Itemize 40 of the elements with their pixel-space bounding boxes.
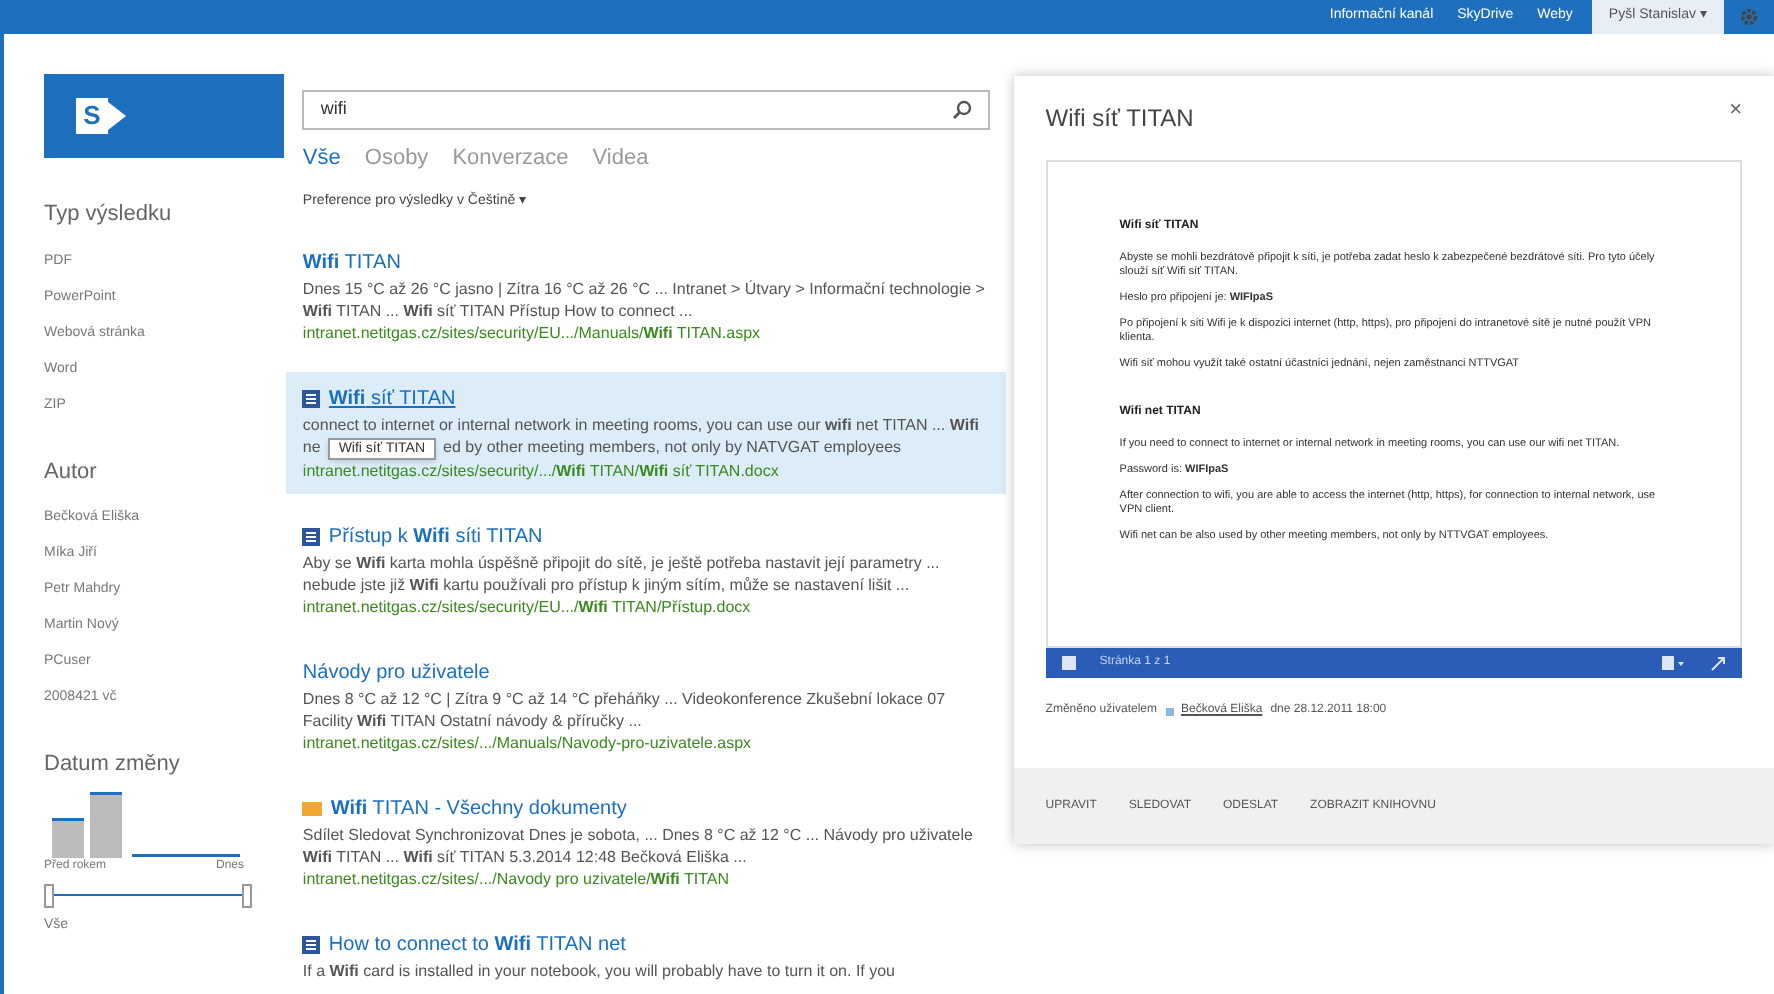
close-button[interactable]: × xyxy=(1729,100,1742,122)
result-url-link[interactable]: intranet.netitgas.cz/sites/.../Manuals/Navody-pro-uzivatele.aspx xyxy=(302,732,990,754)
result-title-link[interactable]: Wifi TITAN xyxy=(302,248,401,278)
result-snippet: If a Wifi card is installed in your notebook, you will probably have to turn it on. If you xyxy=(302,960,898,982)
site-logo[interactable]: S xyxy=(44,74,284,158)
result-url-link[interactable]: intranet.netitgas.cz/sites/security/EU.../Manuals/Wifi TITAN.aspx xyxy=(302,322,990,344)
result-title-link[interactable]: Wifi síť TITAN xyxy=(328,384,456,414)
preview-title: Wifi síť TITAN xyxy=(1045,102,1194,136)
result-snippet: Dnes 15 °C až 26 °C jasno | Zítra 16 °C až 26 °C ... Intranet > Útvary > Informační technologie > Wifi TITAN ... Wifi síť TITAN Přístup How to connect ... xyxy=(302,278,987,322)
document-icon xyxy=(1061,656,1076,670)
search-tab[interactable]: Vše xyxy=(302,142,341,175)
result-title-link[interactable]: Přístup k Wifi síti TITAN xyxy=(328,522,543,552)
result-url-link[interactable]: intranet.netitgas.cz/sites/security/.../Wifi TITAN/Wifi síť TITAN.docx xyxy=(302,460,990,482)
document-icon xyxy=(302,390,321,408)
arrow-icon xyxy=(108,102,126,130)
result-title-link[interactable]: How to connect to Wifi TITAN net xyxy=(328,930,626,960)
expand-icon[interactable] xyxy=(1710,655,1726,671)
result-url-link[interactable]: intranet.netitgas.cz/sites/.../Navody pro uzivatele/Wifi TITAN xyxy=(302,868,990,890)
result-snippet: Sdílet Sledovat Synchronizovat Dnes je sobota, ... Dnes 8 °C až 12 °C ... Návody pro uživatele Wifi TITAN ... Wifi síť TITAN 5.3.2014 12:48 Bečková Eliška ... xyxy=(302,824,975,868)
result-snippet: Aby se Wifi karta mohla úspěšně připojit do sítě, je ještě potřeba nastavit její parametry ... nebude jste již Wifi kartu používali pro přístup k jiným sítím, může se nastavení lišit ... xyxy=(302,552,942,596)
refiner-heading: Autor xyxy=(44,457,99,487)
search-tab[interactable]: Osoby xyxy=(364,142,429,175)
presence-icon xyxy=(1165,707,1173,715)
print-menu-icon[interactable] xyxy=(1662,656,1686,670)
search-icon[interactable] xyxy=(951,100,972,120)
document-icon xyxy=(302,936,321,954)
result-snippet: Dnes 8 °C až 12 °C | Zítra 9 °C až 14 °C přeháňky ... Videokonference Zkušební lokace 07 Facility Wifi TITAN Ostatní návody & příručky ... xyxy=(302,688,948,732)
date-range-slider[interactable] xyxy=(44,883,252,907)
search-result[interactable] xyxy=(286,372,1006,494)
refiner-heading: Datum změny xyxy=(44,750,182,780)
search-field[interactable]: wifi xyxy=(302,90,990,130)
document-icon xyxy=(302,528,321,546)
refiner-heading: Typ výsledku xyxy=(44,200,174,230)
result-url-link[interactable]: intranet.netitgas.cz/sites/security/EU.../Wifi TITAN/Přístup.docx xyxy=(302,596,990,618)
search-result[interactable]: How to connect to Wifi TITAN net If a Wifi card is installed in your notebook, you will probably have to turn it on. If you xyxy=(302,918,990,994)
search-tab[interactable]: Videa xyxy=(592,142,649,175)
result-title-link[interactable]: Návody pro uživatele xyxy=(302,658,490,688)
result-title-link[interactable]: Wifi TITAN - Všechny dokumenty xyxy=(330,794,627,824)
folder-icon xyxy=(302,802,323,816)
search-tab[interactable]: Konverzace xyxy=(452,142,569,175)
